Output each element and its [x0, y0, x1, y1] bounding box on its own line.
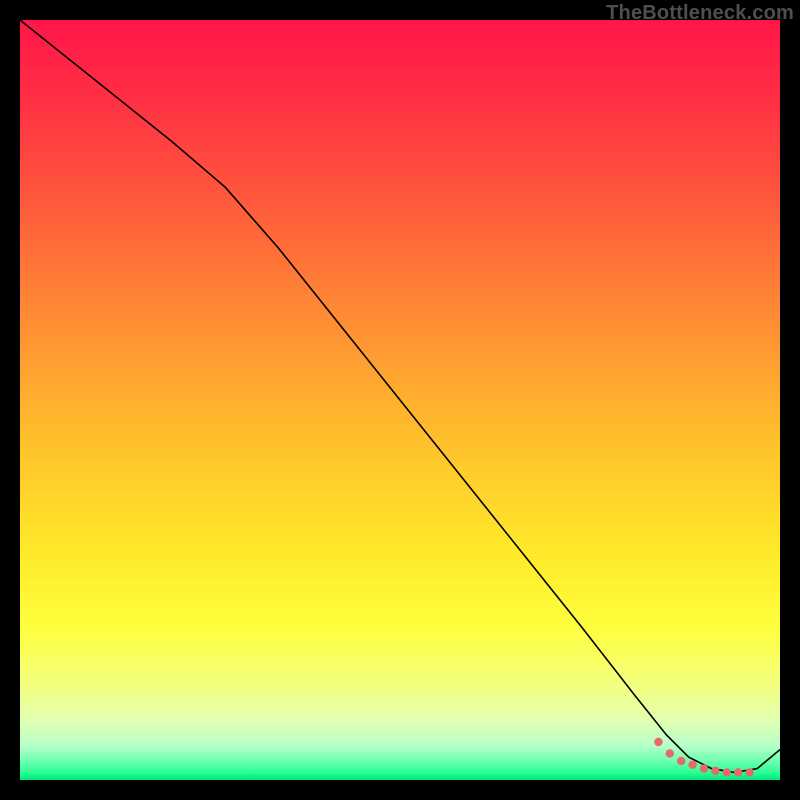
bottom-dot	[700, 764, 708, 772]
bottom-dot	[745, 768, 753, 776]
bottom-dot	[666, 749, 674, 757]
bottom-dot	[723, 768, 731, 776]
chart-stage: TheBottleneck.com	[0, 0, 800, 800]
bottom-dot	[734, 768, 742, 776]
bottom-dot	[654, 738, 662, 746]
bottom-dots-group	[654, 738, 754, 777]
bottom-dot	[688, 761, 696, 769]
watermark-text: TheBottleneck.com	[606, 2, 794, 25]
bottleneck-curve	[20, 20, 780, 772]
curve-overlay	[20, 20, 780, 780]
bottom-dot	[677, 757, 685, 765]
plot-area	[20, 20, 780, 780]
bottom-dot	[711, 767, 719, 775]
